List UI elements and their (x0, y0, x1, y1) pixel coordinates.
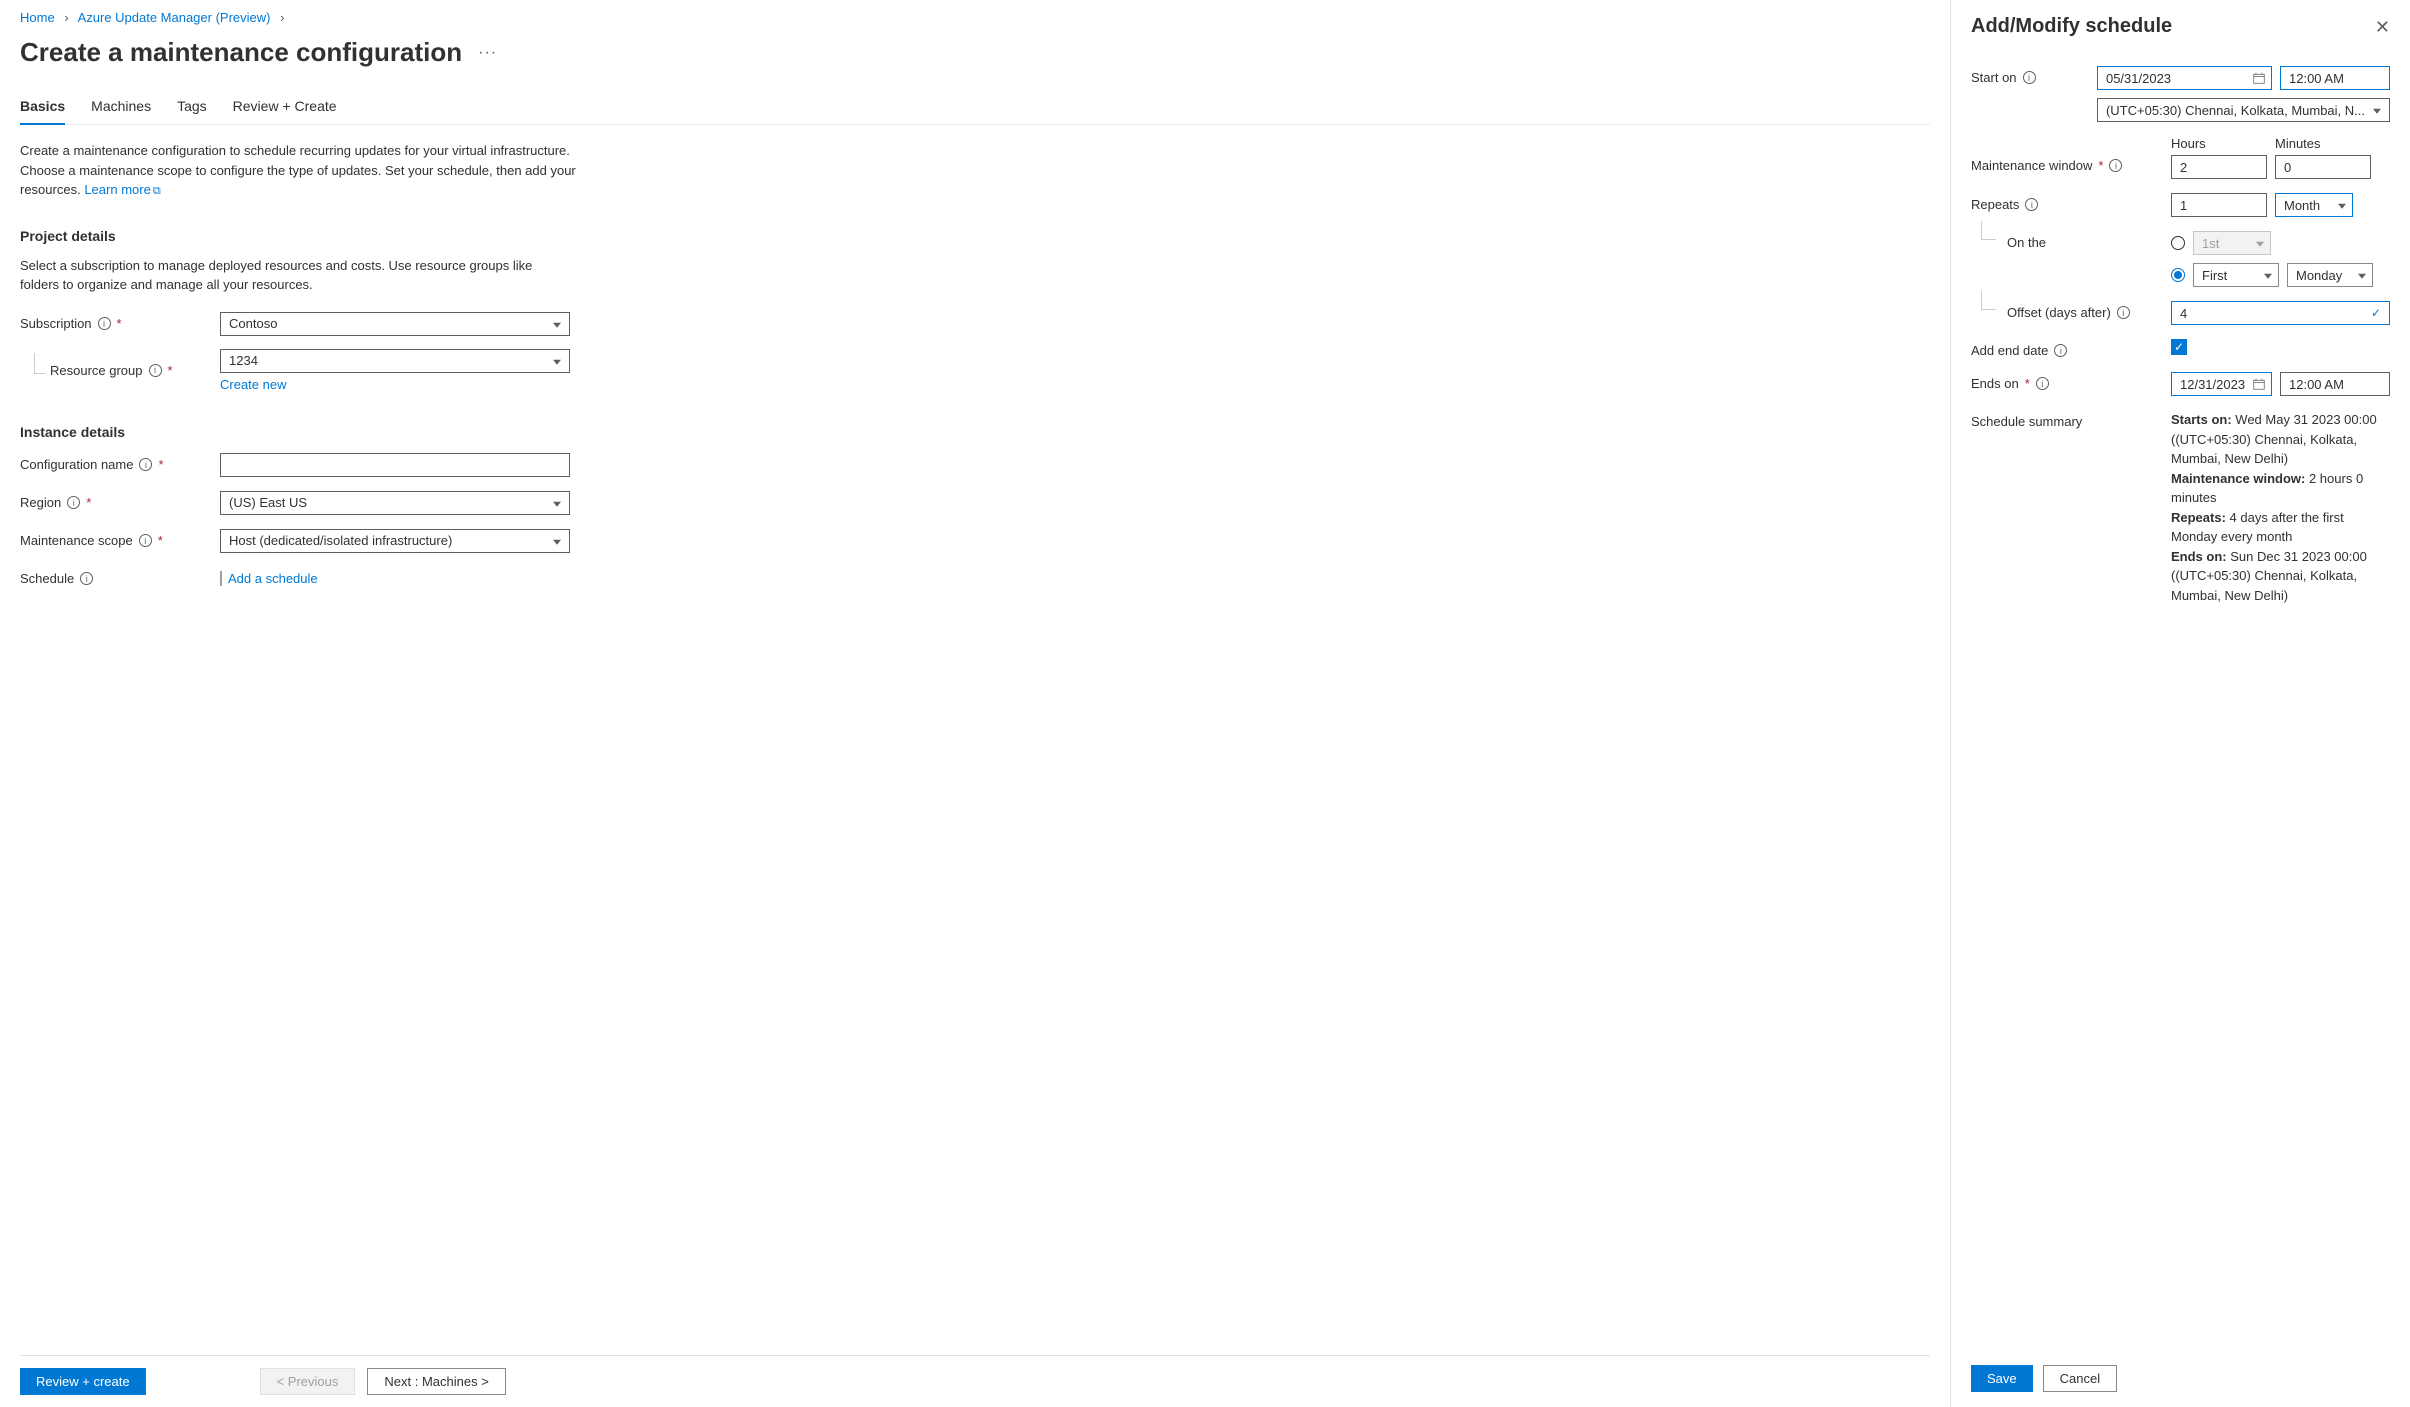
breadcrumb-sep: › (280, 10, 284, 25)
breadcrumb-home[interactable]: Home (20, 10, 55, 25)
start-date-input[interactable]: 05/31/2023 (2097, 66, 2272, 90)
tabs: Basics Machines Tags Review + Create (20, 92, 1930, 125)
maintenance-window-label: Maintenance window (1971, 158, 2092, 173)
required-indicator: * (158, 533, 163, 548)
repeats-count-input[interactable]: 1 (2171, 193, 2267, 217)
required-indicator: * (2025, 376, 2030, 391)
required-indicator: * (2098, 158, 2103, 173)
more-icon[interactable]: ··· (478, 44, 497, 62)
review-create-button[interactable]: Review + create (20, 1368, 146, 1395)
ends-date-input[interactable]: 12/31/2023 (2171, 372, 2272, 396)
external-link-icon: ⧉ (153, 185, 161, 197)
tab-review[interactable]: Review + Create (233, 92, 337, 124)
cancel-button[interactable]: Cancel (2043, 1365, 2117, 1392)
previous-button: < Previous (260, 1368, 356, 1395)
add-end-date-checkbox[interactable]: ✓ (2171, 339, 2187, 355)
weekday-dropdown[interactable]: Monday (2287, 263, 2373, 287)
schedule-label: Schedule (20, 571, 74, 586)
ends-time-input[interactable]: 12:00 AM (2280, 372, 2390, 396)
config-name-label: Configuration name (20, 457, 133, 472)
week-ordinal-dropdown[interactable]: First (2193, 263, 2279, 287)
radio-weekday[interactable] (2171, 268, 2185, 282)
subscription-label: Subscription (20, 316, 92, 331)
tab-tags[interactable]: Tags (177, 92, 207, 124)
offset-label: Offset (days after) (2007, 305, 2111, 320)
required-indicator: * (168, 363, 173, 378)
tab-basics[interactable]: Basics (20, 92, 65, 124)
info-icon[interactable]: i (139, 534, 152, 547)
on-the-label: On the (2007, 235, 2046, 250)
info-icon[interactable]: i (2025, 198, 2038, 211)
save-button[interactable]: Save (1971, 1365, 2033, 1392)
radio-day-of-month[interactable] (2171, 236, 2185, 250)
learn-more-link[interactable]: Learn more⧉ (84, 182, 160, 197)
minutes-input[interactable]: 0 (2275, 155, 2371, 179)
info-icon[interactable]: i (2036, 377, 2049, 390)
resource-group-dropdown[interactable]: 1234 (220, 349, 570, 373)
scope-dropdown[interactable]: Host (dedicated/isolated infrastructure) (220, 529, 570, 553)
breadcrumb-service[interactable]: Azure Update Manager (Preview) (78, 10, 271, 25)
project-details-heading: Project details (20, 228, 1930, 244)
panel-title: Add/Modify schedule (1971, 15, 2172, 38)
ends-on-label: Ends on (1971, 376, 2019, 391)
instance-details-heading: Instance details (20, 424, 1930, 440)
schedule-summary-label: Schedule summary (1971, 414, 2082, 429)
info-icon[interactable]: i (2109, 159, 2122, 172)
schedule-panel: Add/Modify schedule ✕ Start on i 05/31/2… (1950, 0, 2410, 1407)
hours-label: Hours (2171, 136, 2267, 151)
breadcrumb: Home › Azure Update Manager (Preview) › (20, 10, 1930, 25)
next-machines-button[interactable]: Next : Machines > (367, 1368, 505, 1395)
repeats-label: Repeats (1971, 197, 2019, 212)
breadcrumb-sep: › (64, 10, 68, 25)
add-end-date-label: Add end date (1971, 343, 2048, 358)
info-icon[interactable]: i (149, 364, 162, 377)
close-icon[interactable]: ✕ (2375, 18, 2390, 36)
info-icon[interactable]: i (139, 458, 152, 471)
region-dropdown[interactable]: (US) East US (220, 491, 570, 515)
required-indicator: * (117, 316, 122, 331)
resource-group-label: Resource group (50, 363, 143, 378)
region-label: Region (20, 495, 61, 510)
add-schedule-link[interactable]: Add a schedule (228, 571, 318, 586)
day-of-month-dropdown: 1st (2193, 231, 2271, 255)
create-new-rg-link[interactable]: Create new (220, 377, 286, 392)
repeats-period-dropdown[interactable]: Month (2275, 193, 2353, 217)
info-icon[interactable]: i (2117, 306, 2130, 319)
subscription-dropdown[interactable]: Contoso (220, 312, 570, 336)
calendar-icon (2253, 72, 2265, 84)
minutes-label: Minutes (2275, 136, 2371, 151)
offset-dropdown[interactable]: 4 (2171, 301, 2390, 325)
tab-machines[interactable]: Machines (91, 92, 151, 124)
required-indicator: * (86, 495, 91, 510)
intro-text: Create a maintenance configuration to sc… (20, 141, 580, 200)
info-icon[interactable]: i (2023, 71, 2036, 84)
info-icon[interactable]: i (80, 572, 93, 585)
start-on-label: Start on (1971, 70, 2017, 85)
start-time-input[interactable]: 12:00 AM (2280, 66, 2390, 90)
calendar-icon (2253, 378, 2265, 390)
project-details-desc: Select a subscription to manage deployed… (20, 256, 560, 295)
config-name-input[interactable] (220, 453, 570, 477)
info-icon[interactable]: i (98, 317, 111, 330)
scope-label: Maintenance scope (20, 533, 133, 548)
footer-bar: Review + create < Previous Next : Machin… (20, 1355, 1930, 1407)
required-indicator: * (158, 457, 163, 472)
info-icon[interactable]: i (67, 496, 80, 509)
info-icon[interactable]: i (2054, 344, 2067, 357)
page-title: Create a maintenance configuration (20, 37, 462, 68)
hours-input[interactable]: 2 (2171, 155, 2267, 179)
timezone-dropdown[interactable]: (UTC+05:30) Chennai, Kolkata, Mumbai, N.… (2097, 98, 2390, 122)
schedule-summary-text: Starts on: Wed May 31 2023 00:00 ((UTC+0… (2171, 410, 2390, 605)
